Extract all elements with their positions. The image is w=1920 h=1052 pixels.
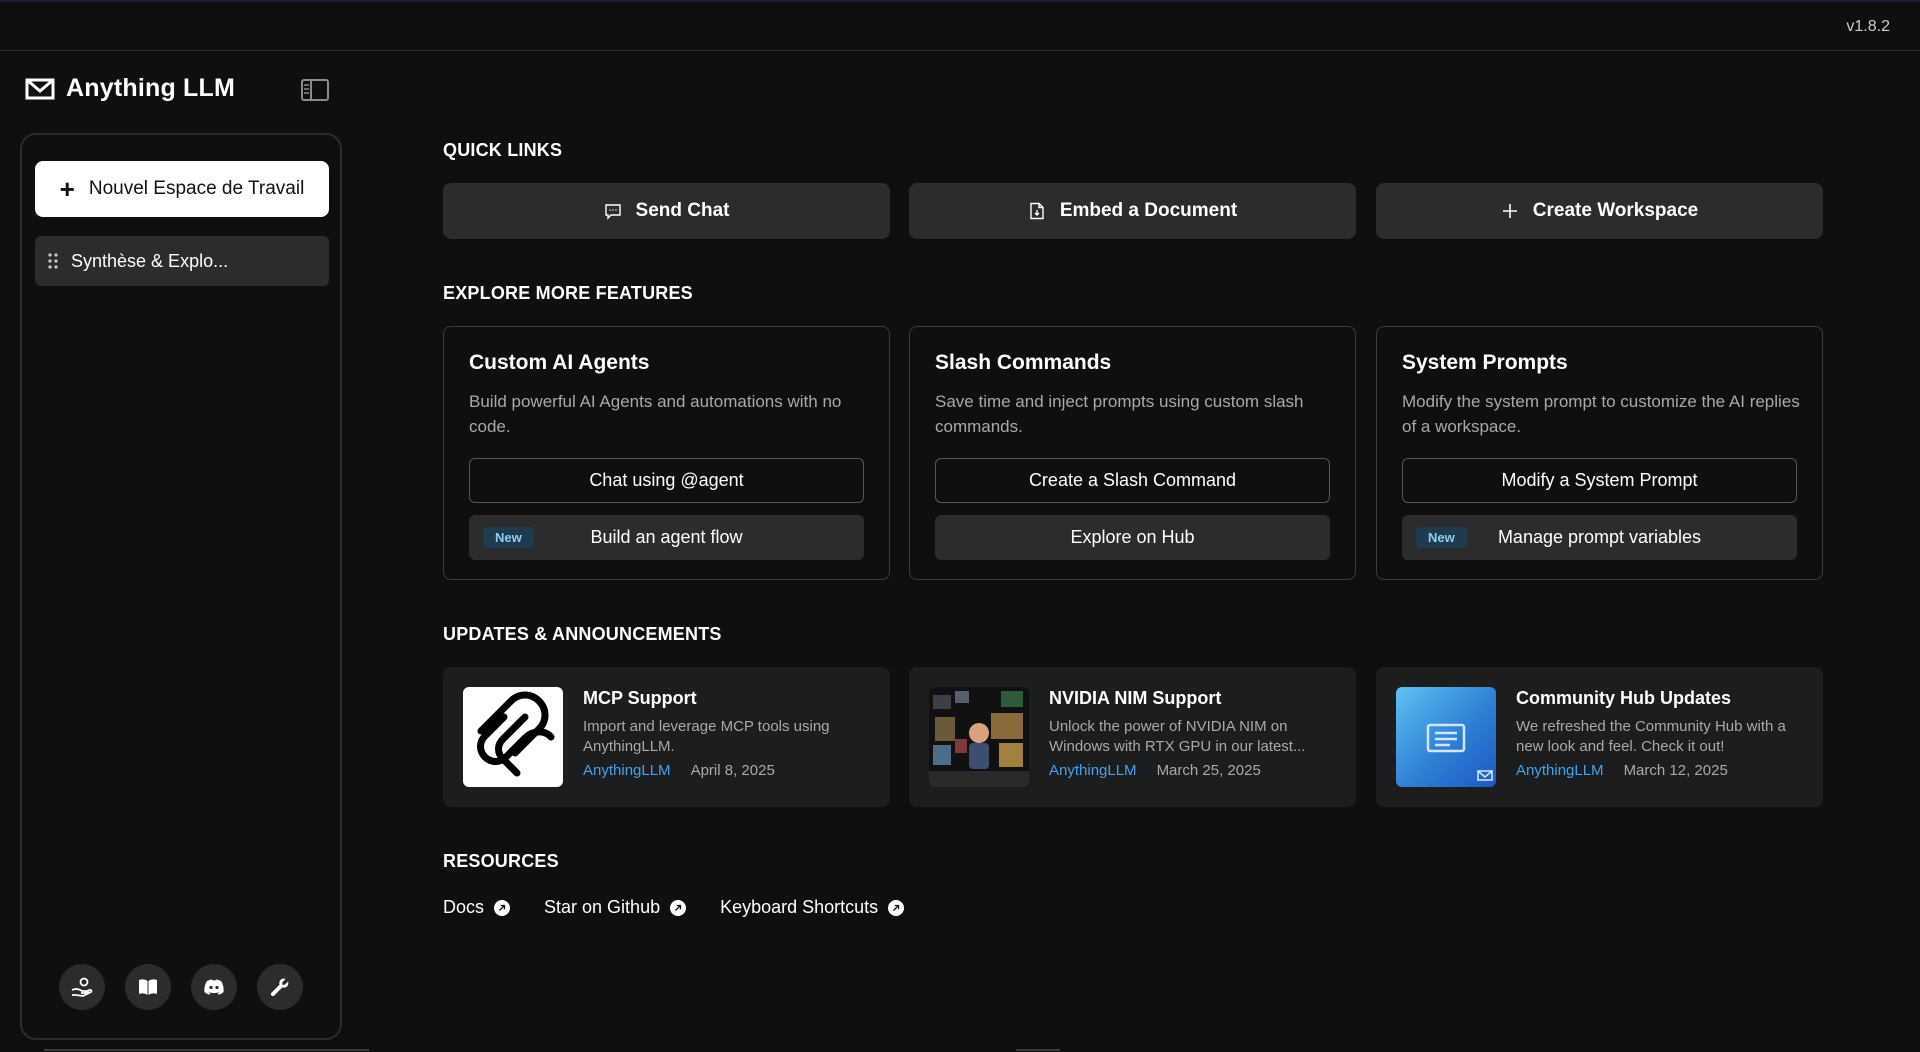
explore-hub-button[interactable]: Explore on Hub	[935, 515, 1330, 560]
mcp-logo-icon	[463, 687, 563, 787]
feature-description: Save time and inject prompts using custo…	[935, 392, 1304, 436]
document-icon	[1030, 202, 1044, 220]
update-author[interactable]: AnythingLLM	[583, 762, 671, 779]
update-card-mcp[interactable]: MCP Support Import and leverage MCP tool…	[443, 667, 890, 807]
anythingllm-logo-icon	[25, 78, 55, 99]
chat-agent-label: Chat using @agent	[589, 470, 744, 490]
keyboard-shortcuts-link[interactable]: Keyboard Shortcuts	[720, 897, 905, 918]
horizontal-scrollbar[interactable]	[44, 1049, 369, 1051]
resources-title: RESOURCES	[443, 851, 559, 871]
new-badge: New	[1416, 527, 1467, 548]
update-description: Import and leverage MCP tools using Anyt…	[583, 718, 830, 755]
update-card-nvidia-nim[interactable]: NVIDIA NIM Support Unlock the power of N…	[909, 667, 1356, 807]
update-meta: AnythingLLM March 12, 2025	[1516, 762, 1728, 779]
update-date: March 25, 2025	[1156, 762, 1261, 779]
discord-icon	[204, 979, 224, 995]
docs-book-icon	[139, 979, 157, 995]
sidebar-footer	[22, 964, 340, 1010]
discord-button[interactable]	[191, 964, 237, 1010]
send-chat-button[interactable]: Send Chat	[443, 183, 890, 239]
top-bar: v1.8.2	[0, 0, 1920, 51]
feature-card-slash-commands: Slash Commands Save time and inject prom…	[909, 326, 1356, 580]
feature-description: Build powerful AI Agents and automations…	[469, 392, 842, 436]
manage-prompt-variables-button[interactable]: New Manage prompt variables	[1402, 515, 1797, 560]
create-workspace-label: Create Workspace	[1532, 200, 1699, 221]
create-slash-command-label: Create a Slash Command	[1028, 470, 1237, 490]
update-author[interactable]: AnythingLLM	[1516, 762, 1604, 779]
external-link-icon	[888, 899, 905, 916]
embed-document-button[interactable]: Embed a Document	[909, 183, 1356, 239]
resources-links: Docs Star on Github Keyboard Shortcuts	[443, 897, 905, 918]
feature-title: System Prompts	[1402, 351, 1568, 374]
feature-title: Custom AI Agents	[469, 351, 650, 374]
external-link-icon	[494, 899, 511, 916]
plus-icon	[1502, 204, 1517, 218]
github-link-label: Star on Github	[544, 897, 661, 917]
modify-system-prompt-button[interactable]: Modify a System Prompt	[1402, 458, 1797, 503]
horizontal-scrollbar-thumb[interactable]	[1016, 1049, 1060, 1051]
nvidia-nim-thumbnail	[929, 687, 1029, 787]
feature-title: Slash Commands	[935, 351, 1112, 374]
modify-system-prompt-label: Modify a System Prompt	[1501, 470, 1698, 490]
chat-icon	[604, 204, 621, 220]
chat-agent-button[interactable]: Chat using @agent	[469, 458, 864, 503]
update-author[interactable]: AnythingLLM	[1049, 762, 1137, 779]
github-link[interactable]: Star on Github	[544, 897, 687, 918]
plus-icon: +	[59, 174, 75, 204]
update-date: March 12, 2025	[1623, 762, 1728, 779]
update-title: Community Hub Updates	[1516, 688, 1732, 708]
updates-title: UPDATES & ANNOUNCEMENTS	[443, 624, 722, 644]
update-meta: AnythingLLM April 8, 2025	[583, 762, 775, 779]
feature-description: Modify the system prompt to customize th…	[1402, 392, 1800, 436]
build-agent-flow-label: Build an agent flow	[590, 527, 743, 547]
embed-document-label: Embed a Document	[1059, 200, 1238, 221]
docs-link-label: Docs	[443, 897, 485, 917]
sidebar-toggle-icon[interactable]	[300, 78, 330, 102]
new-badge: New	[483, 527, 534, 548]
update-meta: AnythingLLM March 25, 2025	[1049, 762, 1261, 779]
drag-handle-icon[interactable]	[47, 252, 59, 270]
update-description: Unlock the power of NVIDIA NIM on Window…	[1049, 718, 1306, 755]
send-chat-label: Send Chat	[635, 200, 730, 221]
feature-card-system-prompts: System Prompts Modify the system prompt …	[1376, 326, 1823, 580]
brand: Anything LLM	[24, 74, 235, 103]
update-title: MCP Support	[583, 688, 697, 708]
keyboard-shortcuts-label: Keyboard Shortcuts	[720, 897, 879, 917]
version-label: v1.8.2	[1846, 18, 1890, 35]
update-title: NVIDIA NIM Support	[1049, 688, 1222, 708]
sidebar: + Nouvel Espace de Travail Synthèse & Ex…	[20, 133, 342, 1040]
community-hub-thumbnail	[1396, 687, 1496, 787]
settings-button[interactable]	[257, 964, 303, 1010]
manage-prompt-variables-label: Manage prompt variables	[1497, 527, 1702, 547]
brand-name: Anything LLM	[66, 74, 236, 102]
build-agent-flow-button[interactable]: New Build an agent flow	[469, 515, 864, 560]
create-slash-command-button[interactable]: Create a Slash Command	[935, 458, 1330, 503]
settings-wrench-icon	[270, 978, 289, 997]
update-description: We refreshed the Community Hub with a ne…	[1516, 718, 1786, 755]
workspace-label: Synthèse & Explo...	[71, 250, 229, 271]
new-workspace-button[interactable]: + Nouvel Espace de Travail	[35, 161, 329, 217]
new-workspace-label: Nouvel Espace de Travail	[88, 178, 305, 199]
quick-links-title: QUICK LINKS	[443, 140, 563, 160]
external-link-icon	[670, 899, 687, 916]
community-hub-button[interactable]	[59, 964, 105, 1010]
explore-hub-label: Explore on Hub	[1070, 527, 1195, 547]
update-card-community-hub[interactable]: Community Hub Updates We refreshed the C…	[1376, 667, 1823, 807]
update-date: April 8, 2025	[690, 762, 775, 779]
docs-button[interactable]	[125, 964, 171, 1010]
workspace-item[interactable]: Synthèse & Explo...	[35, 236, 329, 286]
docs-link[interactable]: Docs	[443, 897, 511, 918]
feature-card-custom-agents: Custom AI Agents Build powerful AI Agent…	[443, 326, 890, 580]
community-hub-icon	[71, 977, 93, 997]
explore-features-title: EXPLORE MORE FEATURES	[443, 283, 693, 303]
create-workspace-button[interactable]: Create Workspace	[1376, 183, 1823, 239]
